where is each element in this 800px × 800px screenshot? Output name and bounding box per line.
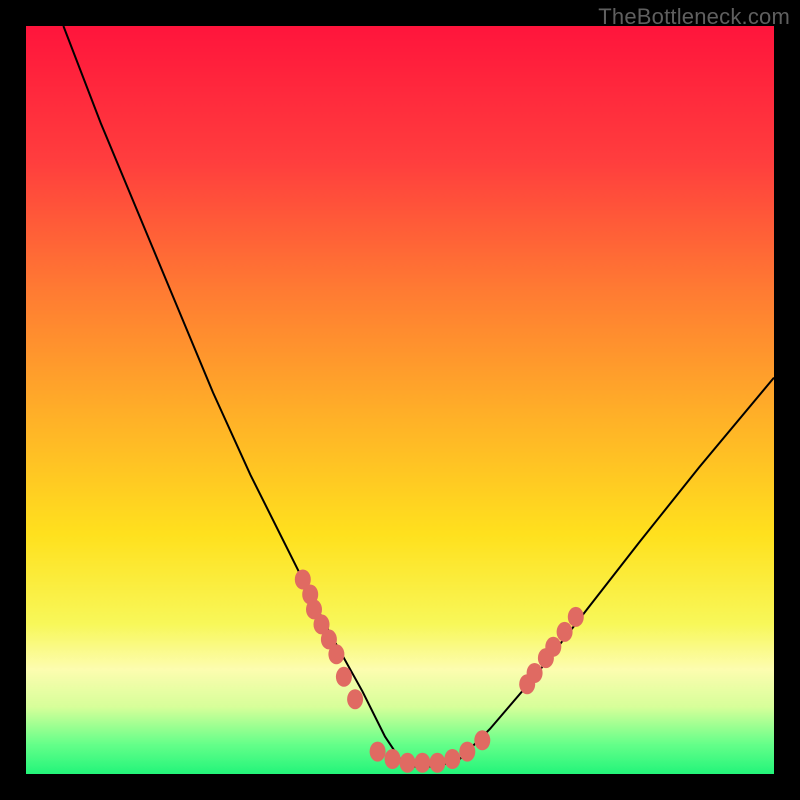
marker-dot	[429, 753, 445, 773]
marker-dot	[347, 689, 363, 709]
marker-dot	[459, 742, 475, 762]
chart-area	[26, 26, 774, 774]
marker-dot	[568, 607, 584, 627]
marker-dot	[474, 730, 490, 750]
marker-dot	[400, 753, 416, 773]
marker-dot	[545, 637, 561, 657]
marker-dot	[385, 749, 401, 769]
marker-dot	[557, 622, 573, 642]
curve-layer	[26, 26, 774, 774]
bottleneck-curve	[63, 26, 774, 767]
watermark-text: TheBottleneck.com	[598, 4, 790, 30]
marker-group	[295, 570, 584, 773]
marker-dot	[444, 749, 460, 769]
marker-dot	[336, 667, 352, 687]
marker-dot	[328, 644, 344, 664]
marker-dot	[414, 753, 430, 773]
marker-dot	[370, 742, 386, 762]
marker-dot	[527, 663, 543, 683]
